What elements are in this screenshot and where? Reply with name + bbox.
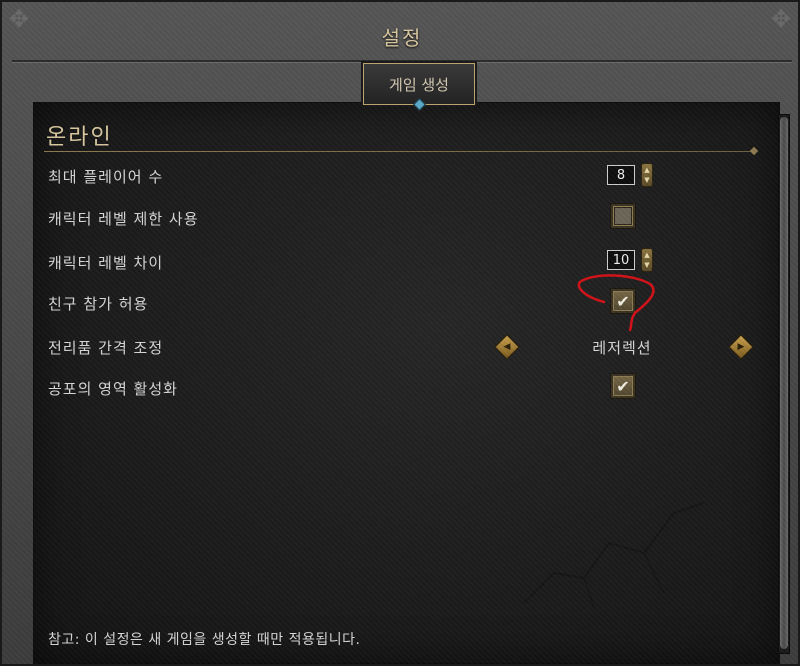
level-limit-label: 캐릭터 레벨 제한 사용 xyxy=(48,210,199,228)
corner-ornament-icon: ✥ xyxy=(770,5,792,33)
check-icon: ✔ xyxy=(616,291,630,311)
corner-ornament-icon: ✥ xyxy=(8,5,30,33)
level-diff-input[interactable]: 10 xyxy=(607,250,635,270)
checkbox-empty-fill xyxy=(614,207,632,225)
terror-zones-label: 공포의 영역 활성화 xyxy=(48,380,178,398)
level-limit-checkbox[interactable] xyxy=(610,203,636,229)
loot-spacing-label: 전리품 간격 조정 xyxy=(48,339,164,357)
section-title: 온라인 xyxy=(46,125,113,150)
max-players-label: 최대 플레이어 수 xyxy=(48,168,164,186)
window-title: 설정 xyxy=(381,26,423,50)
allow-friends-label: 친구 참가 허용 xyxy=(48,295,149,313)
settings-note: 참고: 이 설정은 새 게임을 생성할 때만 적용됩니다. xyxy=(48,632,361,648)
loot-spacing-value: 레저렉션 xyxy=(592,339,652,357)
title-bar: 설정 xyxy=(2,2,800,64)
section-divider xyxy=(44,151,754,152)
level-diff-stepper[interactable]: ▲ ▼ xyxy=(641,248,653,272)
max-players-stepper[interactable]: ▲ ▼ xyxy=(641,163,653,187)
tab-label: 게임 생성 xyxy=(389,75,449,94)
caret-up-icon[interactable]: ▲ xyxy=(644,166,649,174)
terror-zones-checkbox[interactable]: ✔ xyxy=(610,373,636,399)
stone-texture xyxy=(523,502,705,609)
tab-game-creation[interactable]: 게임 생성 xyxy=(363,63,475,111)
scrollbar-thumb[interactable] xyxy=(780,117,788,649)
caret-down-icon[interactable]: ▼ xyxy=(644,176,649,184)
caret-down-icon[interactable]: ▼ xyxy=(644,261,649,269)
max-players-input[interactable]: 8 xyxy=(607,165,635,185)
check-icon: ✔ xyxy=(616,376,630,396)
allow-friends-checkbox[interactable]: ✔ xyxy=(610,288,636,314)
scrollbar[interactable] xyxy=(778,114,790,654)
caret-up-icon[interactable]: ▲ xyxy=(644,251,649,259)
settings-window: ✥ ✥ 설정 게임 생성 온라인 최대 플레이어 수 8 ▲ ▼ 캐릭터 레벨 … xyxy=(0,0,800,666)
level-diff-label: 캐릭터 레벨 차이 xyxy=(48,254,164,272)
